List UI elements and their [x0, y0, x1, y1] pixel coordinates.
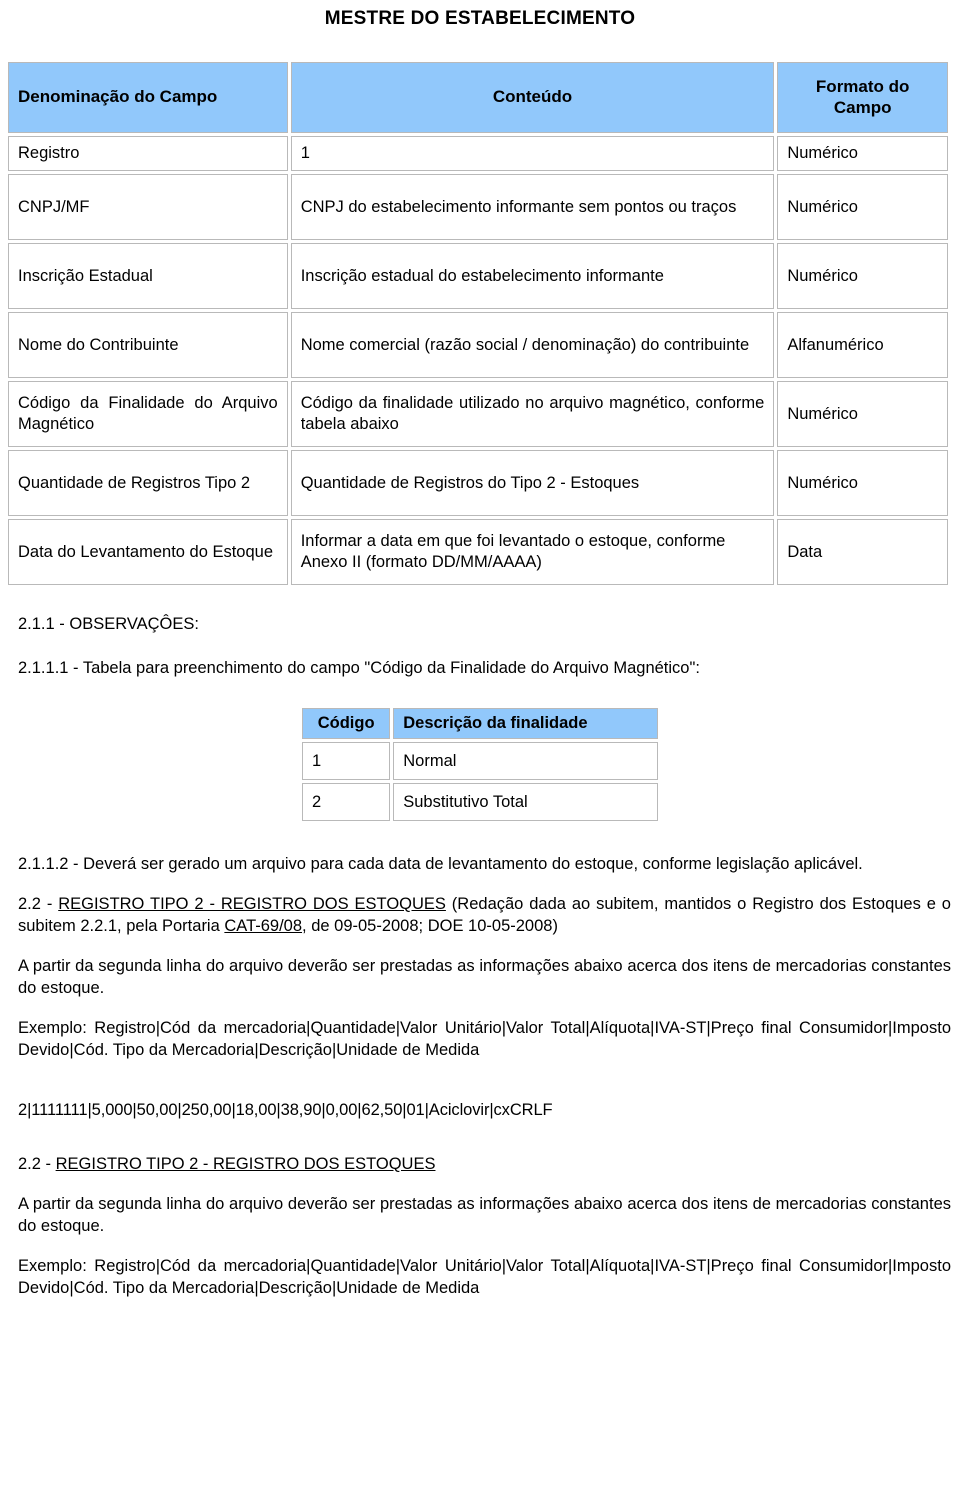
column-header-formato: Formato do Campo	[777, 62, 948, 134]
document-page: MESTRE DO ESTABELECIMENTO Denominação do…	[0, 8, 960, 1510]
cell-content: CNPJ do estabelecimento informante sem p…	[290, 173, 775, 240]
cell-content: 1	[290, 136, 775, 171]
item-redacao-text-b: , de 09-05-2008; DOE 10-05-2008)	[302, 917, 558, 936]
section-heading-tabela-finalidade: 2.1.1.1 - Tabela para preenchimento do c…	[18, 658, 700, 677]
cell-field-name: CNPJ/MF	[8, 173, 288, 240]
column-header-denominacao: Denominação do Campo	[8, 62, 288, 134]
finalidade-code-table: Código Descrição da finalidade 1 Normal …	[299, 705, 661, 825]
paragraph-item-2-2-repeat: 2.2 - REGISTRO TIPO 2 - REGISTRO DOS EST…	[0, 1154, 960, 1176]
cell-field-name: Nome do Contribuinte	[8, 311, 288, 378]
table-row: Inscrição Estadual Inscrição estadual do…	[8, 242, 948, 309]
paragraph-segunda-linha-1: A partir da segunda linha do arquivo dev…	[18, 957, 951, 998]
item-title-underlined-repeat: REGISTRO TIPO 2 - REGISTRO DOS ESTOQUES	[55, 1155, 436, 1174]
field-definition-table: Denominação do Campo Conteúdo Formato do…	[5, 59, 951, 588]
cell-content: Inscrição estadual do estabelecimento in…	[290, 242, 775, 309]
paragraph-item-2-1-1-2: 2.1.1.2 - Deverá ser gerado um arquivo p…	[18, 855, 863, 874]
table-row: Código da Finalidade do Arquivo Magnétic…	[8, 380, 948, 447]
cell-format: Numérico	[777, 136, 948, 171]
table-row: 2 Substitutivo Total	[302, 783, 658, 822]
cell-format: Numérico	[777, 173, 948, 240]
cell-code: 2	[302, 783, 391, 822]
paragraph-exemplo-2: Exemplo: Registro|Cód da mercadoria|Quan…	[18, 1256, 951, 1297]
table-row: 1 Normal	[302, 742, 658, 781]
paragraph-exemplo-1: Exemplo: Registro|Cód da mercadoria|Quan…	[18, 1019, 951, 1060]
cell-content: Nome comercial (razão social / denominaç…	[290, 311, 775, 378]
cell-description: Normal	[393, 742, 658, 781]
code-table-header-row: Código Descrição da finalidade	[302, 708, 658, 740]
cell-format: Numérico	[777, 242, 948, 309]
code-table-container: Código Descrição da finalidade 1 Normal …	[0, 705, 960, 825]
portaria-reference: CAT-69/08	[224, 917, 303, 936]
cell-field-name: Inscrição Estadual	[8, 242, 288, 309]
paragraph-segunda-linha-2: A partir da segunda linha do arquivo dev…	[18, 1194, 951, 1235]
cell-content: Código da finalidade utilizado no arquiv…	[290, 380, 775, 447]
column-header-descricao: Descrição da finalidade	[393, 708, 658, 740]
cell-field-name: Registro	[8, 136, 288, 171]
cell-description: Substitutivo Total	[393, 783, 658, 822]
section-heading-observacoes: 2.1.1 - OBSERVAÇÔES:	[18, 614, 199, 633]
table-row: Nome do Contribuinte Nome comercial (raz…	[8, 311, 948, 378]
cell-content: Informar a data em que foi levantado o e…	[290, 518, 775, 585]
cell-field-name: Data do Levantamento do Estoque	[8, 518, 288, 585]
table-header-row: Denominação do Campo Conteúdo Formato do…	[8, 62, 948, 134]
page-title: MESTRE DO ESTABELECIMENTO	[324, 8, 636, 29]
cell-field-name: Quantidade de Registros Tipo 2	[8, 449, 288, 516]
cell-field-name: Código da Finalidade do Arquivo Magnétic…	[8, 380, 288, 447]
cell-format: Alfanumérico	[777, 311, 948, 378]
cell-format: Data	[777, 518, 948, 585]
cell-format: Numérico	[777, 449, 948, 516]
table-row: CNPJ/MF CNPJ do estabelecimento informan…	[8, 173, 948, 240]
cell-content: Quantidade de Registros do Tipo 2 - Esto…	[290, 449, 775, 516]
item-title-underlined: REGISTRO TIPO 2 - REGISTRO DOS ESTOQUES	[58, 895, 446, 914]
column-header-conteudo: Conteúdo	[290, 62, 775, 134]
paragraph-item-2-2-redacao: 2.2 - REGISTRO TIPO 2 - REGISTRO DOS EST…	[0, 894, 960, 938]
table-row: Quantidade de Registros Tipo 2 Quantidad…	[8, 449, 948, 516]
table-row: Registro 1 Numérico	[8, 136, 948, 171]
cell-code: 1	[302, 742, 391, 781]
table-row: Data do Levantamento do Estoque Informar…	[8, 518, 948, 585]
item-number-repeat: 2.2 -	[18, 1155, 56, 1174]
column-header-codigo: Código	[302, 708, 391, 740]
cell-format: Numérico	[777, 380, 948, 447]
example-data-line: 2|1111111|5,000|50,00|250,00|18,00|38,90…	[18, 1100, 553, 1119]
item-number: 2.2 -	[18, 895, 59, 914]
